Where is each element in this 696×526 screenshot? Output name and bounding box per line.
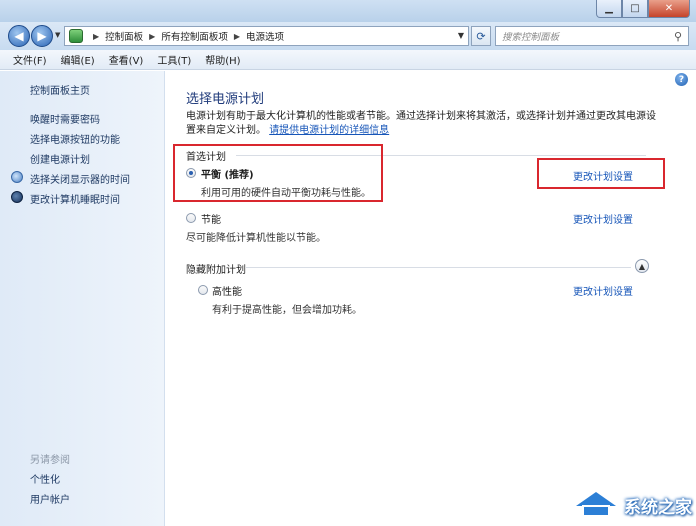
sidebar-item-sleep-time[interactable]: 更改计算机睡眠时间 [30,191,120,206]
breadcrumb-power-options[interactable]: 电源选项 [246,29,284,43]
menu-edit[interactable]: 编辑(E) [54,52,102,67]
address-field[interactable]: ▶ 控制面板 ▶ 所有控制面板项 ▶ 电源选项 ▼ [64,26,469,46]
monitor-icon [11,191,23,203]
change-settings-link-high-performance[interactable]: 更改计划设置 [573,283,633,298]
change-settings-link-power-saver[interactable]: 更改计划设置 [573,211,633,226]
search-icon[interactable]: ⚲ [674,30,682,43]
plan-details-link[interactable]: 请提供电源计划的详细信息 [269,125,389,136]
chevron-right-icon[interactable]: ▶ [93,32,99,41]
plan-name-power-saver[interactable]: 节能 [201,211,221,226]
sidebar-item-power-buttons[interactable]: 选择电源按钮的功能 [30,131,120,146]
plan-radio-high-performance[interactable] [198,285,208,295]
menu-bar: 文件(F) 编辑(E) 查看(V) 工具(T) 帮助(H) [0,50,696,70]
address-dropdown-icon[interactable]: ▼ [458,31,464,40]
maximize-button[interactable]: □ [622,0,648,18]
search-input[interactable]: 搜索控制面板 ⚲ [495,26,689,46]
chevron-right-icon[interactable]: ▶ [149,32,155,41]
page-description: 电源计划有助于最大化计算机的性能或者节能。通过选择计划来将其激活，或选择计划并通… [186,110,656,138]
plan-radio-power-saver[interactable] [186,213,196,223]
menu-file[interactable]: 文件(F) [6,52,54,67]
sidebar: 控制面板主页 唤醒时需要密码 选择电源按钮的功能 创建电源计划 选择关闭显示器的… [0,71,165,526]
sidebar-item-display-off[interactable]: 选择关闭显示器的时间 [30,171,130,186]
menu-view[interactable]: 查看(V) [102,52,151,67]
page-title: 选择电源计划 [186,92,265,107]
divider [246,267,631,268]
breadcrumb-control-panel[interactable]: 控制面板 [105,29,143,43]
see-also-label: 另请参阅 [30,455,70,466]
recent-pages-dropdown-icon[interactable]: ▼ [55,31,60,39]
moon-icon [11,171,23,183]
description-text: 电源计划有助于最大化计算机的性能或者节能。通过选择计划来将其激活，或选择计划并通… [186,111,656,136]
sidebar-item-wake-password[interactable]: 唤醒时需要密码 [30,111,100,126]
watermark-text: 系统之家 [624,497,692,518]
sidebar-item-personalization[interactable]: 个性化 [30,471,60,486]
sidebar-item-create-plan[interactable]: 创建电源计划 [30,151,90,166]
address-toolbar: ◀ ▶ ▼ ▶ 控制面板 ▶ 所有控制面板项 ▶ 电源选项 ▼ ⟳ 搜索控制面板… [0,22,696,50]
breadcrumb-all-items[interactable]: 所有控制面板项 [161,29,228,43]
house-logo-icon [570,488,622,522]
window-controls: ▁ □ ✕ [596,0,690,18]
collapse-chevron-up-icon[interactable]: ▲ [635,259,649,273]
sidebar-item-home[interactable]: 控制面板主页 [30,82,90,97]
help-icon[interactable]: ? [675,73,688,86]
watermark: 系统之家 [570,488,692,522]
plan-name-high-performance[interactable]: 高性能 [212,283,242,298]
forward-button[interactable]: ▶ [31,25,53,47]
control-panel-icon [69,29,83,43]
chevron-right-icon[interactable]: ▶ [234,32,240,41]
hidden-plans-header: 隐藏附加计划 [186,265,246,276]
plan-desc-high-performance: 有利于提高性能，但会增加功耗。 [212,305,362,316]
sidebar-item-user-accounts[interactable]: 用户帐户 [30,491,70,506]
menu-help[interactable]: 帮助(H) [198,52,247,67]
highlight-box-balanced-plan [173,144,383,202]
title-bar: ▁ □ ✕ [0,0,696,22]
close-button[interactable]: ✕ [648,0,690,18]
menu-tools[interactable]: 工具(T) [150,52,198,67]
main-content: ? 选择电源计划 电源计划有助于最大化计算机的性能或者节能。通过选择计划来将其激… [166,71,696,526]
refresh-button[interactable]: ⟳ [471,26,491,46]
plan-desc-power-saver: 尽可能降低计算机性能以节能。 [186,233,326,244]
minimize-button[interactable]: ▁ [596,0,622,18]
back-button[interactable]: ◀ [8,25,30,47]
highlight-box-change-settings [537,158,665,189]
search-placeholder: 搜索控制面板 [502,32,560,43]
